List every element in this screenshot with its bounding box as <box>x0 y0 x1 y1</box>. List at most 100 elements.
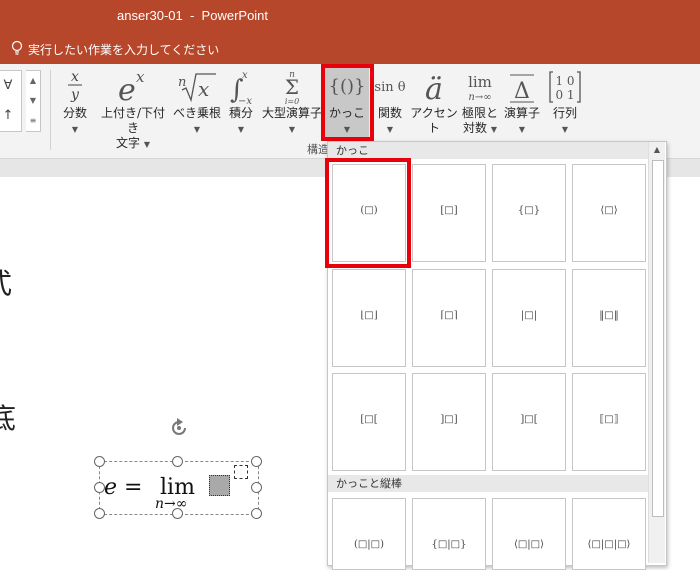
window-title: anser30-01 - PowerPoint <box>117 8 269 23</box>
tile-label: ⟦□⟧ <box>599 414 619 425</box>
svg-text:sin θ: sin θ <box>374 80 405 95</box>
bracket-tile-abs[interactable]: |□| <box>492 269 566 367</box>
bracket-tile-angle-bar[interactable]: ⟨□|□⟩ <box>492 498 566 570</box>
svg-text:−x: −x <box>238 96 252 106</box>
function-button[interactable]: sin θ 関数 ▼ <box>372 66 408 146</box>
accent-icon: ä <box>409 66 459 107</box>
chevron-up-icon[interactable]: ▲ <box>26 71 40 91</box>
symbol-gallery-scroll[interactable]: ▲ ▼ ≡ <box>26 70 41 132</box>
chevron-down-icon[interactable]: ▼ <box>26 91 40 111</box>
svg-text:lim: lim <box>468 73 492 91</box>
accent-button[interactable]: ä アクセント▼ <box>409 66 459 149</box>
matrix-label: 行列 <box>552 106 577 120</box>
svg-text:i=0: i=0 <box>285 97 299 106</box>
bracket-tile-square[interactable]: [□] <box>412 164 486 262</box>
symbol-gallery[interactable]: ∀ ↑ <box>0 70 22 132</box>
function-label: 関数 <box>377 106 402 120</box>
fraction-label: 分数 <box>62 106 87 120</box>
function-icon: sin θ <box>372 66 408 106</box>
svg-text:0 1: 0 1 <box>555 88 574 102</box>
resize-handle[interactable] <box>251 456 262 467</box>
fraction-button[interactable]: x y 分数 ▼ <box>56 66 94 146</box>
equation-placeholder-selected[interactable] <box>209 475 230 496</box>
bracket-tile-angle-double-bar[interactable]: ⟨□|□|□⟩ <box>572 498 646 570</box>
symbol-forall[interactable]: ∀ <box>0 75 21 97</box>
matrix-button[interactable]: 1 0 0 1 行列 ▼ <box>545 66 585 146</box>
fraction-icon: x y <box>56 66 94 106</box>
bracket-tile-square-outward[interactable]: ]□[ <box>492 373 566 471</box>
resize-handle[interactable] <box>94 456 105 467</box>
tile-label: |□| <box>520 310 538 321</box>
radical-icon: n x <box>172 66 222 106</box>
script-button[interactable]: e x 上付き/下付き 文字 ▼ <box>96 66 170 150</box>
slide-text-fragment-2: 底 <box>0 402 17 435</box>
equation-placeholder[interactable] <box>234 465 248 479</box>
tile-label: ⌊□⌋ <box>360 310 378 321</box>
large-operator-button[interactable]: n Σ i=0 大型演算子 ▼ <box>260 66 324 146</box>
bracket-tile-square-open[interactable]: [□[ <box>332 373 406 471</box>
large-operator-label: 大型演算子 <box>261 106 322 120</box>
radical-label: べき乗根 <box>172 106 221 120</box>
title-bar <box>0 0 700 35</box>
resize-handle[interactable] <box>251 508 262 519</box>
tile-label: [□[ <box>360 414 378 425</box>
scroll-up-icon[interactable]: ▲ <box>649 142 665 158</box>
tile-label: [□] <box>440 205 458 216</box>
svg-text:n→∞: n→∞ <box>468 92 491 103</box>
bracket-tile-paren-bar[interactable]: (□|□) <box>332 498 406 570</box>
operator-label: 演算子 <box>503 106 540 120</box>
svg-text:e: e <box>118 73 136 106</box>
bracket-tile-double-square[interactable]: ⟦□⟧ <box>572 373 646 471</box>
tile-label: ‖□‖ <box>599 310 619 321</box>
limit-log-button[interactable]: lim n→∞ 極限と 対数 ▼ <box>460 66 500 146</box>
limit-icon: lim n→∞ <box>460 66 500 106</box>
tile-label: (□|□) <box>353 539 385 550</box>
integral-icon: ∫ x −x <box>223 66 259 107</box>
bracket-tile-curly-bar[interactable]: {□|□} <box>412 498 486 570</box>
tile-label: {□|□} <box>431 539 467 550</box>
delta-icon: Δ <box>500 66 544 106</box>
bracket-tile-angle[interactable]: ⟨□⟩ <box>572 164 646 262</box>
bracket-tile-norm[interactable]: ‖□‖ <box>572 269 646 367</box>
svg-text:ä: ä <box>425 72 443 106</box>
tell-me-input[interactable]: 実行したい作業を入力してください <box>28 41 219 58</box>
svg-text:1 0: 1 0 <box>555 74 574 88</box>
highlight-parentheses-tile <box>325 158 411 268</box>
resize-handle[interactable] <box>251 482 262 493</box>
gallery-scrollbar[interactable]: ▲ <box>648 142 665 563</box>
operator-button[interactable]: Δ 演算子 ▼ <box>500 66 544 146</box>
rotate-handle-icon[interactable] <box>168 417 190 439</box>
svg-text:Σ: Σ <box>285 75 299 99</box>
bracket-tile-curly[interactable]: {□} <box>492 164 566 262</box>
symbol-uparrow[interactable]: ↑ <box>0 105 21 127</box>
more-icon[interactable]: ≡ <box>26 111 40 131</box>
bracket-tile-ceiling[interactable]: ⌈□⌉ <box>412 269 486 367</box>
lightbulb-icon <box>11 40 23 55</box>
tile-label: ⌈□⌉ <box>440 310 458 321</box>
svg-text:Δ: Δ <box>514 79 530 104</box>
integral-label: 積分 <box>228 106 253 120</box>
tile-label: ⟨□⟩ <box>600 205 618 216</box>
tile-label: ⟨□|□⟩ <box>513 539 545 550</box>
accent-label: アクセント <box>410 106 458 135</box>
svg-text:x: x <box>242 70 248 81</box>
equation-lhs[interactable]: e = <box>104 475 142 500</box>
script-label: 上付き/下付き 文字 <box>100 106 166 150</box>
slide-text-fragment-1: 式 <box>0 262 12 302</box>
radical-button[interactable]: n x べき乗根 ▼ <box>172 66 222 146</box>
sigma-icon: n Σ i=0 <box>260 66 324 106</box>
svg-text:y: y <box>70 87 80 103</box>
svg-text:x: x <box>198 77 209 101</box>
matrix-icon: 1 0 0 1 <box>545 66 585 106</box>
bracket-tile-floor[interactable]: ⌊□⌋ <box>332 269 406 367</box>
integral-button[interactable]: ∫ x −x 積分 ▼ <box>223 66 259 146</box>
resize-handle[interactable] <box>94 508 105 519</box>
structure-group-label: 構造 <box>307 143 329 156</box>
equation-lim-subscript[interactable]: n→∞ <box>155 496 187 512</box>
bracket-tile-square-reverse[interactable]: ]□] <box>412 373 486 471</box>
highlight-bracket-button <box>321 64 374 141</box>
resize-handle[interactable] <box>172 456 183 467</box>
scroll-thumb[interactable] <box>652 160 664 517</box>
tile-label: ]□[ <box>520 414 538 425</box>
gallery-section-brackets-bars: かっこと縦棒 <box>328 475 648 492</box>
